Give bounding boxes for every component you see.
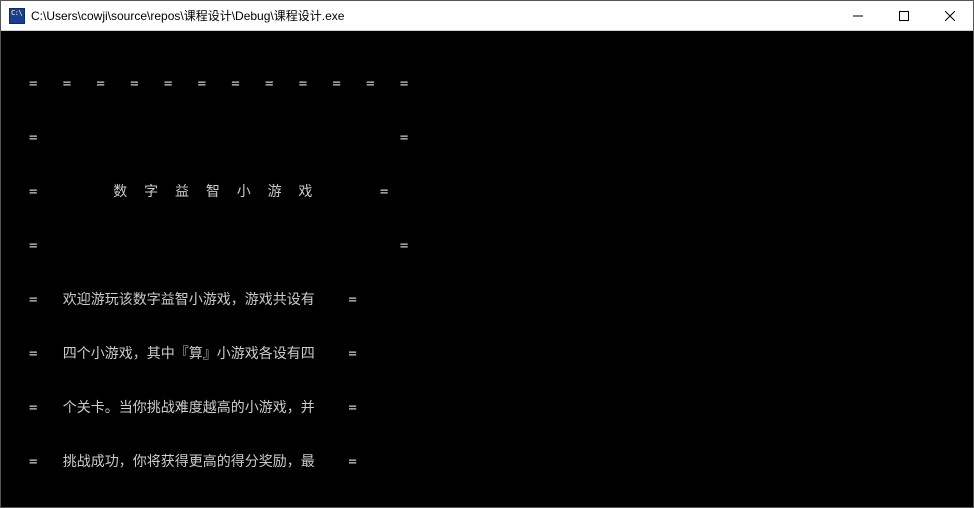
intro-line: = 挑战成功，你将获得更高的得分奖励，最 = (1, 453, 973, 471)
border-top: = = = = = = = = = = = = (1, 75, 973, 93)
window-title: C:\Users\cowji\source\repos\课程设计\Debug\课… (31, 7, 835, 24)
maximize-icon (899, 11, 909, 21)
minimize-button[interactable] (835, 1, 881, 30)
minimize-icon (853, 11, 863, 21)
maximize-button[interactable] (881, 1, 927, 30)
border-blank: = = (1, 129, 973, 147)
intro-line: = 个关卡。当你挑战难度越高的小游戏，并 = (1, 399, 973, 417)
game-title: = 数 字 益 智 小 游 戏 = (1, 183, 973, 201)
border-blank: = = (1, 237, 973, 255)
console-output: = = = = = = = = = = = = = = = 数 字 益 智 小 … (1, 31, 973, 507)
close-icon (945, 11, 955, 21)
titlebar[interactable]: C:\Users\cowji\source\repos\课程设计\Debug\课… (1, 1, 973, 31)
intro-line: = 欢迎游玩该数字益智小游戏，游戏共设有 = (1, 291, 973, 309)
intro-line: = 四个小游戏，其中『算』小游戏各设有四 = (1, 345, 973, 363)
window-controls (835, 1, 973, 30)
app-icon (9, 8, 25, 24)
console-window: C:\Users\cowji\source\repos\课程设计\Debug\课… (0, 0, 974, 508)
close-button[interactable] (927, 1, 973, 30)
